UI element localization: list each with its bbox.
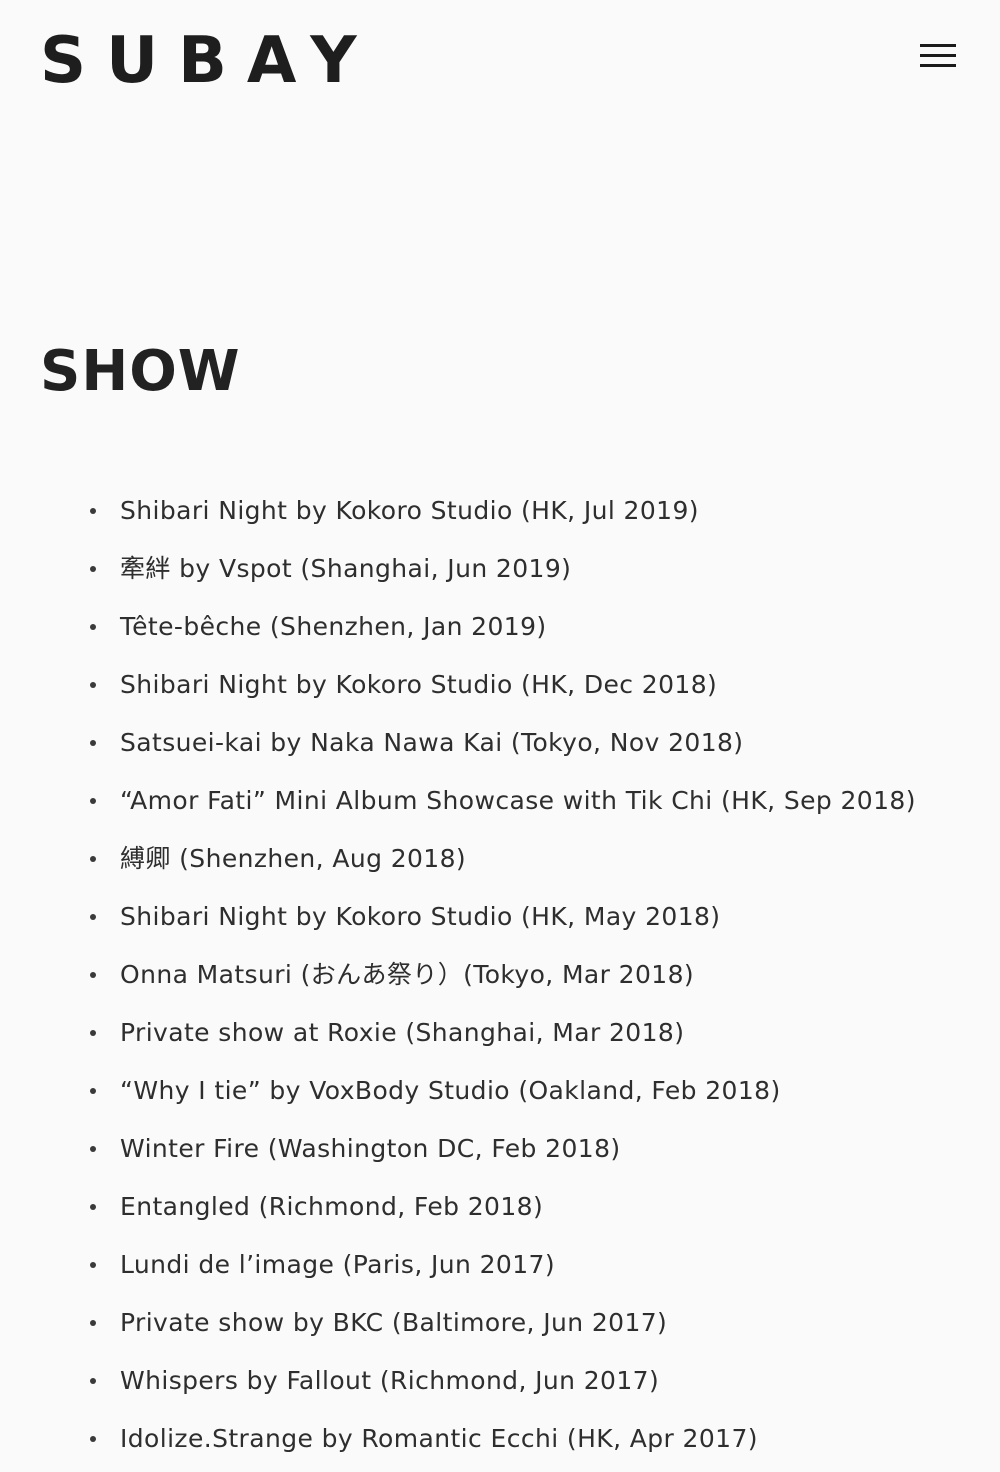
show-text: “Why I tie” by VoxBody Studio (Oakland, … [120,1076,781,1105]
show-list-item: “Amor Fati” Mini Album Showcase with Tik… [0,772,1000,830]
hamburger-menu-icon[interactable] [912,38,964,76]
site-header: SUBAY [0,0,1000,130]
show-list: Shibari Night by Kokoro Studio (HK, Jul … [0,482,1000,1468]
menu-bar [920,64,956,67]
show-text: Onna Matsuri (おんあ祭り）(Tokyo, Mar 2018) [120,960,695,989]
show-text: Private show at Roxie (Shanghai, Mar 201… [120,1018,685,1047]
bullet-icon [90,914,96,920]
show-list-item: Satsuei-kai by Naka Nawa Kai (Tokyo, Nov… [0,714,1000,772]
show-list-item: Entangled (Richmond, Feb 2018) [0,1178,1000,1236]
bullet-icon [90,740,96,746]
show-text: Winter Fire (Washington DC, Feb 2018) [120,1134,621,1163]
bullet-icon [90,1378,96,1384]
show-list-item: Private show by BKC (Baltimore, Jun 2017… [0,1294,1000,1352]
show-list-item: Shibari Night by Kokoro Studio (HK, Jul … [0,482,1000,540]
bullet-icon [90,1320,96,1326]
show-list-item: Tête-bêche (Shenzhen, Jan 2019) [0,598,1000,656]
show-list-item: Onna Matsuri (おんあ祭り）(Tokyo, Mar 2018) [0,946,1000,1004]
bullet-icon [90,624,96,630]
bullet-icon [90,798,96,804]
menu-bar [920,54,956,57]
show-list-item: “Why I tie” by VoxBody Studio (Oakland, … [0,1062,1000,1120]
show-text: Tête-bêche (Shenzhen, Jan 2019) [120,612,547,641]
show-text: 縛卿 (Shenzhen, Aug 2018) [120,844,467,873]
bullet-icon [90,1146,96,1152]
show-list-item: Winter Fire (Washington DC, Feb 2018) [0,1120,1000,1178]
show-list-item: Shibari Night by Kokoro Studio (HK, Dec … [0,656,1000,714]
show-text: Shibari Night by Kokoro Studio (HK, Jul … [120,496,699,525]
bullet-icon [90,1262,96,1268]
menu-bar [920,44,956,47]
show-text: Whispers by Fallout (Richmond, Jun 2017) [120,1366,660,1395]
show-text: Lundi de l’image (Paris, Jun 2017) [120,1250,555,1279]
bullet-icon [90,508,96,514]
show-list-item: 縛卿 (Shenzhen, Aug 2018) [0,830,1000,888]
show-list-item: Lundi de l’image (Paris, Jun 2017) [0,1236,1000,1294]
page-title: SHOW [40,339,241,404]
bullet-icon [90,682,96,688]
show-text: 牽絆 by Vspot (Shanghai, Jun 2019) [120,554,572,583]
show-list-item: Idolize.Strange by Romantic Ecchi (HK, A… [0,1410,1000,1468]
bullet-icon [90,1436,96,1442]
bullet-icon [90,1088,96,1094]
show-text: Entangled (Richmond, Feb 2018) [120,1192,544,1221]
show-list-item: Whispers by Fallout (Richmond, Jun 2017) [0,1352,1000,1410]
bullet-icon [90,1030,96,1036]
show-text: “Amor Fati” Mini Album Showcase with Tik… [120,786,916,815]
show-text: Satsuei-kai by Naka Nawa Kai (Tokyo, Nov… [120,728,744,757]
show-list-item: Shibari Night by Kokoro Studio (HK, May … [0,888,1000,946]
show-text: Private show by BKC (Baltimore, Jun 2017… [120,1308,668,1337]
show-text: Shibari Night by Kokoro Studio (HK, May … [120,902,721,931]
show-list-item: 牽絆 by Vspot (Shanghai, Jun 2019) [0,540,1000,598]
bullet-icon [90,856,96,862]
bullet-icon [90,972,96,978]
show-text: Idolize.Strange by Romantic Ecchi (HK, A… [120,1424,758,1453]
show-text: Shibari Night by Kokoro Studio (HK, Dec … [120,670,718,699]
bullet-icon [90,566,96,572]
show-list-item: Private show at Roxie (Shanghai, Mar 201… [0,1004,1000,1062]
site-logo[interactable]: SUBAY [40,24,377,98]
bullet-icon [90,1204,96,1210]
